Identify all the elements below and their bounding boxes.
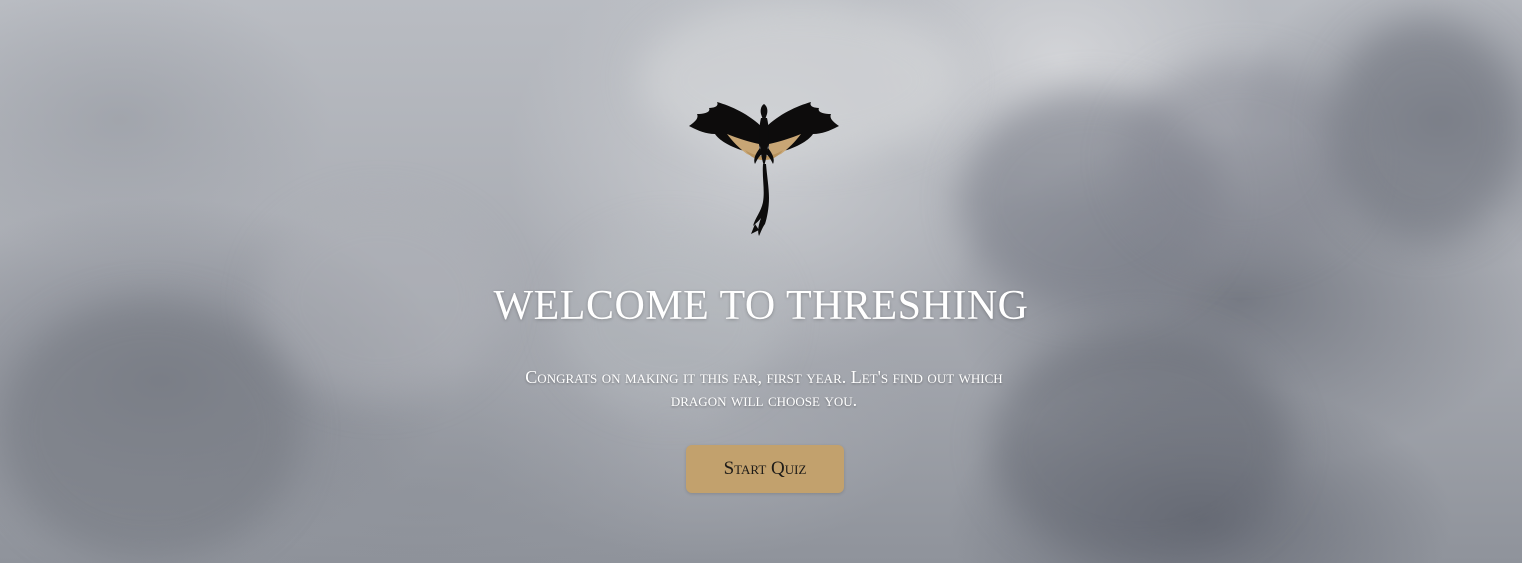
hero-content: WELCOME TO THRESHING Congrats on making … xyxy=(0,0,1522,563)
page-title: WELCOME TO THRESHING xyxy=(493,283,1029,329)
intro-text: Congrats on making it this far, first ye… xyxy=(525,367,1003,410)
start-quiz-button[interactable]: Start Quiz xyxy=(686,445,844,493)
hero-section: WELCOME TO THRESHING Congrats on making … xyxy=(0,0,1522,563)
dragon-icon xyxy=(689,102,839,236)
